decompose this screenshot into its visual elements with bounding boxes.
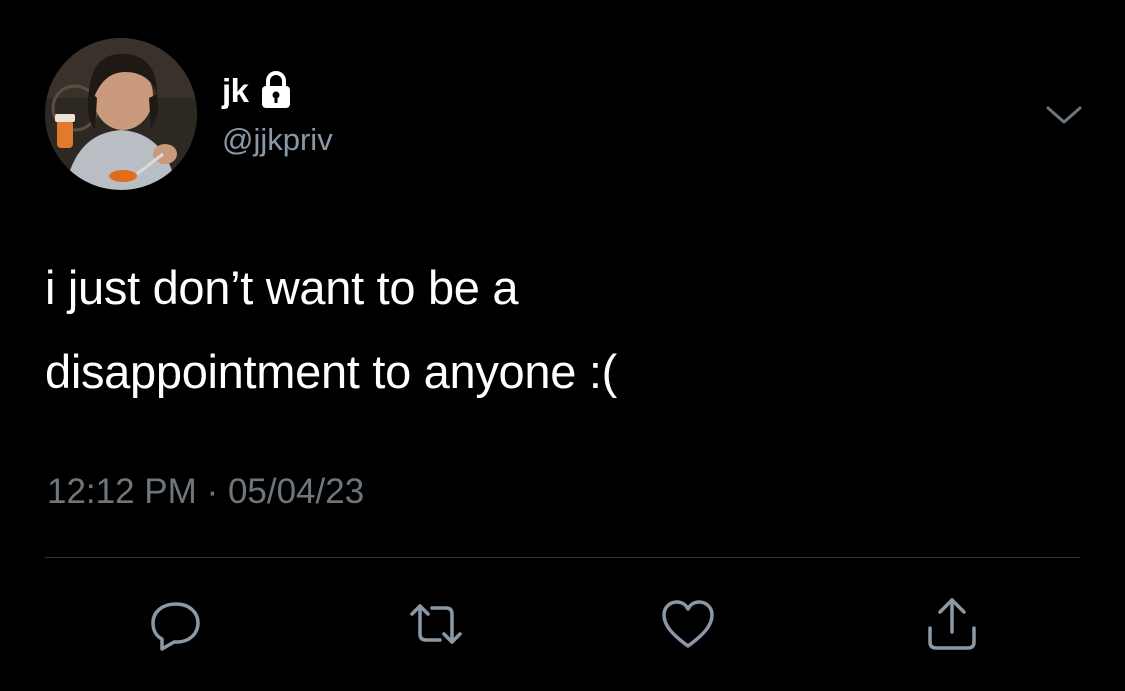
heart-icon	[662, 600, 714, 648]
tweet-text-line: disappointment to anyone :(	[45, 345, 617, 398]
meta-separator: ·	[206, 472, 219, 511]
divider	[45, 557, 1080, 558]
reply-button[interactable]	[148, 596, 204, 652]
user-handle[interactable]: @jjkpriv	[222, 124, 333, 155]
tweet-text-line: i just don’t want to be a	[45, 261, 519, 314]
lock-icon	[259, 70, 293, 110]
avatar[interactable]	[45, 38, 197, 190]
display-name-row: jk	[222, 70, 293, 110]
tweet-text: i just don’t want to be a disappointment…	[45, 246, 1085, 414]
tweet-date: 05/04/23	[227, 472, 365, 511]
tweet-time: 12:12 PM	[47, 472, 197, 511]
tweet-meta: 12:12 PM · 05/04/23	[47, 474, 364, 509]
tweet: jk @jjkpriv i just don’t want to be a di…	[0, 0, 1125, 691]
share-icon	[928, 598, 976, 650]
display-name[interactable]: jk	[222, 74, 249, 107]
reply-icon	[151, 602, 200, 651]
share-button[interactable]	[924, 596, 980, 652]
retweet-icon	[410, 604, 462, 644]
chevron-down-icon[interactable]	[1044, 100, 1084, 130]
retweet-button[interactable]	[408, 596, 464, 652]
like-button[interactable]	[660, 596, 716, 652]
